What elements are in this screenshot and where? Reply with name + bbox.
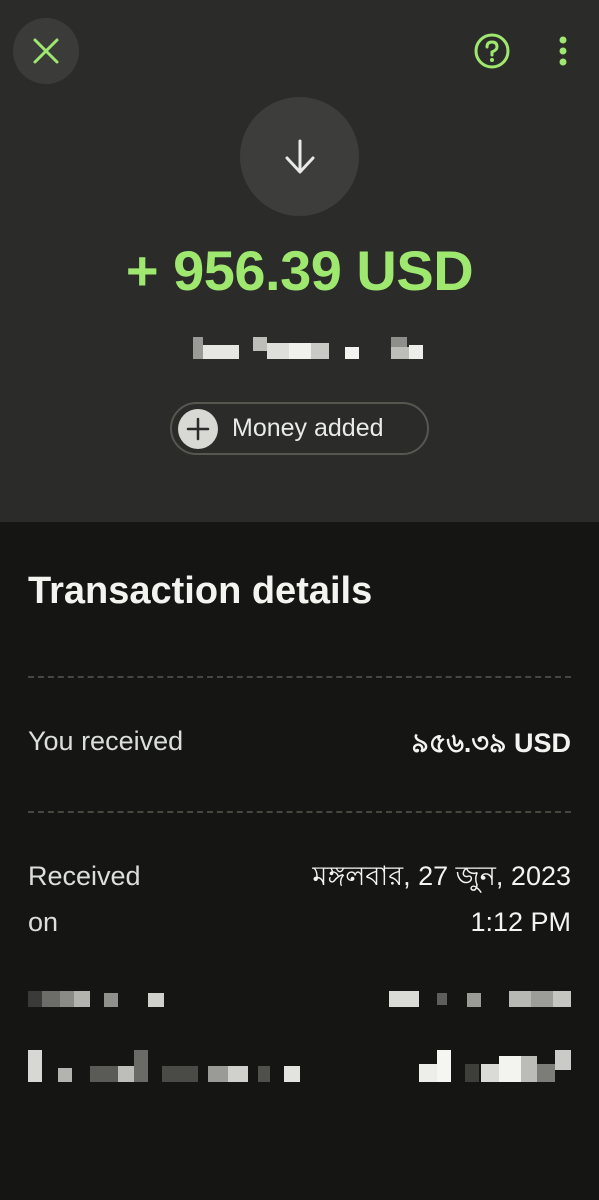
received-amount-value: ৯৫৬.৩৯ USD bbox=[411, 728, 571, 758]
received-on-time: 1:12 PM bbox=[470, 907, 571, 937]
more-options-button[interactable] bbox=[546, 31, 580, 71]
more-vertical-icon bbox=[559, 36, 567, 66]
redacted-row-label bbox=[28, 1050, 303, 1082]
received-amount-label: You received bbox=[28, 726, 184, 756]
arrow-down-icon bbox=[285, 139, 314, 173]
help-icon bbox=[474, 33, 510, 69]
category-chip[interactable]: Money added bbox=[170, 402, 429, 455]
close-button[interactable] bbox=[13, 18, 79, 84]
divider bbox=[28, 811, 571, 813]
redacted-sender-name bbox=[193, 337, 423, 359]
section-title: Transaction details bbox=[28, 570, 373, 612]
category-label: Money added bbox=[232, 414, 384, 442]
redacted-row-value bbox=[419, 1050, 571, 1082]
divider bbox=[28, 676, 571, 678]
transaction-header: + 956.39 USD Money added bbox=[0, 0, 599, 522]
close-icon bbox=[33, 38, 59, 64]
received-on-label-line1: Received bbox=[28, 861, 141, 891]
plus-icon bbox=[178, 408, 218, 449]
received-on-date: মঙ্গলবার, 27 জুন, 2023 bbox=[312, 861, 571, 891]
help-button[interactable] bbox=[472, 31, 512, 71]
redacted-row-label bbox=[28, 985, 168, 1015]
transaction-type-badge bbox=[240, 97, 359, 216]
transaction-amount: + 956.39 USD bbox=[125, 239, 474, 302]
received-on-label-line2: on bbox=[28, 907, 59, 937]
redacted-row-value bbox=[389, 985, 571, 1015]
